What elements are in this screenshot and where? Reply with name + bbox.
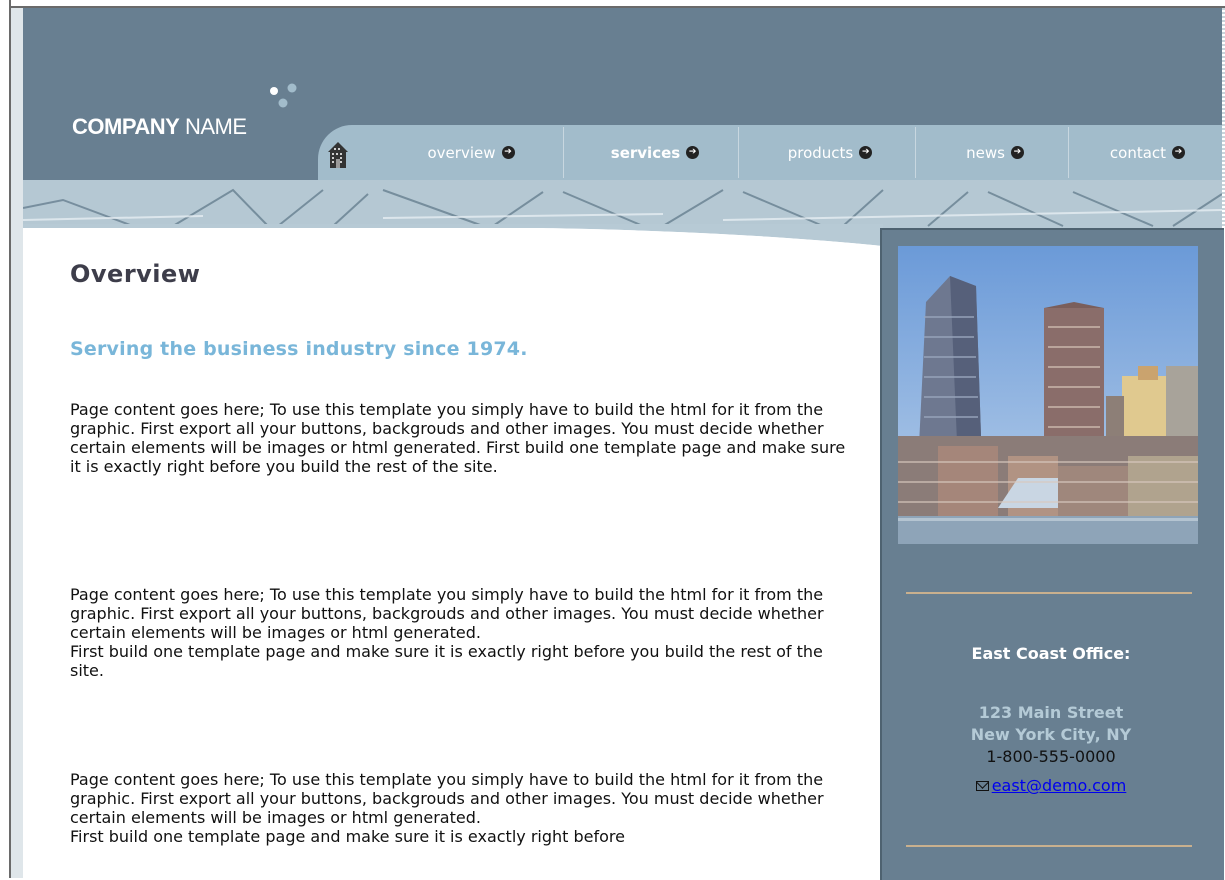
nav-item-label: services: [610, 143, 681, 162]
office-city: New York City, NY: [970, 725, 1132, 744]
office-email-row: east@demo.com: [880, 776, 1222, 795]
nav-item-label: products: [787, 143, 854, 162]
office-street: 123 Main Street: [978, 703, 1124, 722]
arrow-right-icon: ➔: [1010, 146, 1024, 159]
main-content: Overview Serving the business industry s…: [70, 260, 860, 846]
arrow-right-icon: ➔: [859, 146, 873, 159]
nav-item-label: overview: [427, 143, 496, 162]
logo-mark-icon: [270, 83, 297, 108]
content-paragraph: Page content goes here; To use this temp…: [70, 770, 824, 846]
page-subtitle: Serving the business industry since 1974…: [70, 338, 528, 360]
city-skyline-image: [898, 246, 1198, 544]
content-paragraph: Page content goes here; To use this temp…: [70, 400, 846, 476]
office-title: East Coast Office:: [971, 644, 1131, 663]
company-name-bold: COMPANY: [72, 114, 180, 139]
mail-icon: [975, 781, 989, 791]
content-curve: [23, 224, 883, 264]
nav-item-products[interactable]: products ➔: [760, 125, 900, 180]
arrow-right-icon: ➔: [686, 146, 700, 159]
page-title: Overview: [70, 260, 201, 288]
nav-item-news[interactable]: news ➔: [940, 125, 1050, 180]
nav-item-services[interactable]: services ➔: [585, 125, 725, 180]
arrow-right-icon: ➔: [501, 146, 515, 159]
nav-divider: [738, 127, 739, 178]
frame-border-left: [9, 0, 11, 878]
sidebar-divider: [906, 845, 1192, 847]
content-paragraph: Page content goes here; To use this temp…: [70, 585, 824, 680]
company-name-rest: NAME: [184, 114, 247, 139]
home-icon[interactable]: [326, 140, 350, 170]
nav-item-contact[interactable]: contact ➔: [1085, 125, 1210, 180]
office-phone: 1-800-555-0000: [986, 747, 1116, 766]
nav-divider: [563, 127, 564, 178]
nav-item-label: news: [966, 143, 1005, 162]
header-banner-strip: [23, 180, 1222, 228]
office-email-link[interactable]: east@demo.com: [992, 776, 1127, 795]
page-gutter: [11, 8, 23, 878]
arrow-right-icon: ➔: [1172, 146, 1186, 159]
nav-item-label: contact: [1109, 143, 1167, 162]
nav-divider: [1068, 127, 1069, 178]
nav-item-overview[interactable]: overview ➔: [390, 125, 552, 180]
sidebar-divider: [906, 592, 1192, 594]
nav-divider: [915, 127, 916, 178]
company-logo-text[interactable]: COMPANY NAME: [72, 114, 247, 140]
